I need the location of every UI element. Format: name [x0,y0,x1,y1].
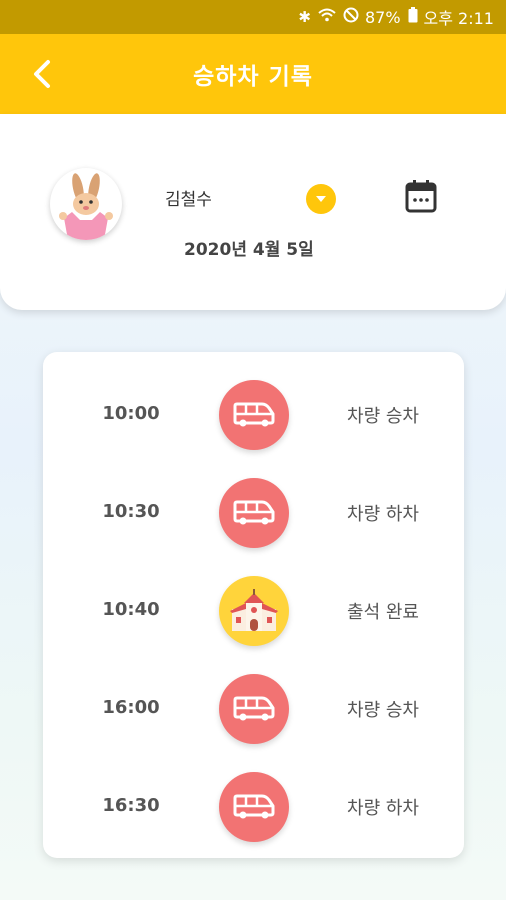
record-time: 10:40 [102,599,160,620]
list-item: 10:40 출석 완료 [43,562,464,660]
calendar-icon [405,180,437,213]
record-label: 차량 승차 [347,406,419,427]
wifi-icon [318,8,336,26]
profile-card: 김철수 2020년 4월 5일 [0,114,506,310]
list-item: 10:30 차량 하차 [43,464,464,562]
bus-icon [219,772,289,842]
record-label: 출석 완료 [347,602,419,623]
back-button[interactable] [28,56,56,92]
bus-icon [219,478,289,548]
list-item: 16:30 차량 하차 [43,758,464,856]
list-item: 16:00 차량 승차 [43,660,464,758]
child-dropdown-button[interactable] [306,184,336,214]
bus-icon [219,674,289,744]
bus-icon [219,380,289,450]
status-bar: ✱ 87% 오후 2:11 [0,0,506,34]
chevron-left-icon [34,60,50,88]
record-time: 16:30 [102,795,160,816]
clock: 오후 2:11 [423,9,494,28]
do-not-disturb-icon [343,7,359,27]
record-label: 차량 승차 [347,700,419,721]
record-time: 10:30 [102,501,160,522]
list-item: 10:00 차량 승차 [43,366,464,464]
battery-icon [408,7,418,27]
calendar-button[interactable] [404,178,438,214]
page-title: 승하차 기록 [193,64,313,90]
app-bar: 승하차 기록 [0,34,506,114]
boarding-record-list: 10:00 차량 승차 10:30 차량 하차 10:40 출석 완료 16:0… [43,352,464,858]
record-date: 2020년 4월 5일 [184,240,314,260]
chevron-down-icon [316,196,326,202]
record-time: 16:00 [102,697,160,718]
avatar[interactable] [50,168,122,240]
record-time: 10:00 [102,403,160,424]
record-label: 차량 하차 [347,504,419,525]
bluetooth-icon: ✱ [298,8,311,26]
child-name: 김철수 [165,190,212,210]
school-icon [219,576,289,646]
battery-percent: 87% [364,7,401,27]
record-label: 차량 하차 [347,798,419,819]
